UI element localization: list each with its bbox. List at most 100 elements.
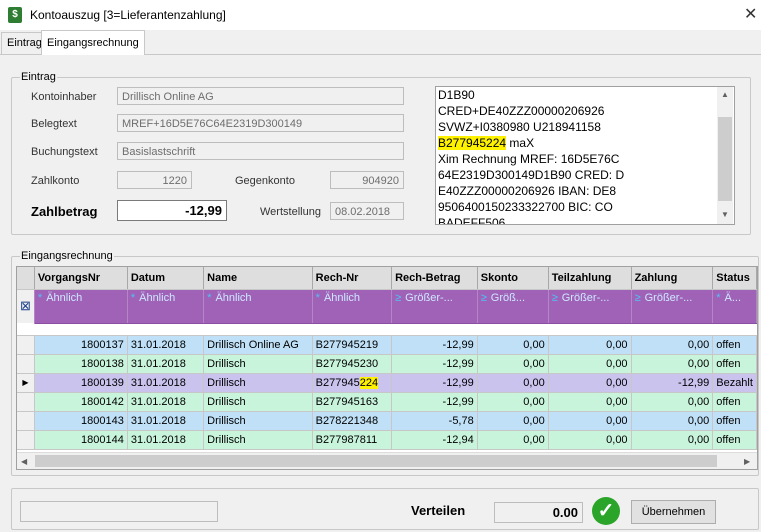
cell-betrag[interactable]: -12,94 — [391, 430, 478, 450]
header-skonto[interactable]: Skonto — [477, 267, 549, 290]
header-teilzahlung[interactable]: Teilzahlung — [548, 267, 632, 290]
cell-name[interactable]: Drillisch — [203, 411, 313, 431]
cell-skonto[interactable]: 0,00 — [477, 430, 549, 450]
cell-teil[interactable]: 0,00 — [548, 430, 632, 450]
cell-betrag[interactable]: -5,78 — [391, 411, 478, 431]
row-indicator[interactable] — [17, 335, 35, 355]
cell-skonto[interactable]: 0,00 — [477, 392, 549, 412]
filter-cell[interactable]: ≥ Größer-... — [631, 289, 714, 307]
cell-datum[interactable]: 31.01.2018 — [127, 392, 205, 412]
cell-datum[interactable]: 31.01.2018 — [127, 373, 205, 393]
cell-zahlung[interactable]: 0,00 — [631, 392, 714, 412]
grid-scroll-thumb[interactable] — [35, 455, 717, 467]
cell-datum[interactable]: 31.01.2018 — [127, 411, 205, 431]
verteilen-field[interactable]: 0.00 — [494, 502, 583, 523]
row-indicator[interactable] — [17, 430, 35, 450]
cell-skonto[interactable]: 0,00 — [477, 411, 549, 431]
header-rech-betrag[interactable]: Rech-Betrag — [391, 267, 478, 290]
row-indicator[interactable]: ▶ — [17, 373, 35, 393]
cell-datum[interactable]: 31.01.2018 — [127, 354, 205, 374]
filter-row-icon[interactable]: ⊠ — [17, 289, 35, 323]
filter-cell[interactable]: ≥ Größer-... — [548, 289, 632, 307]
memo-scroll-thumb[interactable] — [718, 117, 732, 201]
cell-status[interactable]: offen — [712, 430, 757, 450]
cell-betrag[interactable]: -12,99 — [391, 392, 478, 412]
cell-skonto[interactable]: 0,00 — [477, 335, 549, 355]
cell-rech[interactable]: B278221348 — [312, 411, 393, 431]
wertstellung-field[interactable]: 08.02.2018 — [330, 202, 404, 220]
kontoinhaber-field[interactable]: Drillisch Online AG — [117, 87, 404, 105]
cell-name[interactable]: Drillisch — [203, 392, 313, 412]
tab-eingangsrechnung[interactable]: Eingangsrechnung — [41, 30, 145, 55]
filter-cell[interactable]: * Ä... — [712, 289, 757, 307]
filter-cell[interactable]: * Ähnlich — [203, 289, 313, 307]
header-status[interactable]: Status — [712, 267, 757, 290]
filter-cell[interactable]: * Ähnlich — [127, 289, 205, 307]
cell-status[interactable]: offen — [712, 335, 757, 355]
cell-name[interactable]: Drillisch — [203, 430, 313, 450]
cell-teil[interactable]: 0,00 — [548, 392, 632, 412]
zahlbetrag-field[interactable]: -12,99 — [117, 200, 227, 221]
close-icon[interactable]: ✕ — [744, 4, 757, 24]
cell-zahlung[interactable]: 0,00 — [631, 354, 714, 374]
table-row[interactable]: 1800143 31.01.2018 Drillisch B278221348 -5,7… — [17, 411, 757, 431]
scroll-right-icon[interactable]: ▶ — [744, 457, 750, 466]
table-row[interactable]: 1800138 31.01.2018 Drillisch B277945230 -12,… — [17, 354, 757, 374]
invoice-grid[interactable]: VorgangsNr Datum Name Rech-Nr Rech-Betra… — [16, 266, 758, 470]
uebernehmen-button[interactable]: Übernehmen — [631, 500, 716, 524]
cell-status[interactable]: offen — [712, 392, 757, 412]
cell-name[interactable]: Drillisch Online AG — [203, 335, 313, 355]
cell-rech[interactable]: B277945219 — [312, 335, 393, 355]
row-indicator[interactable] — [17, 392, 35, 412]
cell-zahlung[interactable]: 0,00 — [631, 430, 714, 450]
cell-betrag[interactable]: -12,99 — [391, 373, 478, 393]
scroll-up-icon[interactable]: ▲ — [721, 90, 729, 99]
cell-rech[interactable]: B277945163 — [312, 392, 393, 412]
cell-vorgang[interactable]: 1800142 — [34, 392, 128, 412]
cell-rech[interactable]: B277945230 — [312, 354, 393, 374]
header-zahlung[interactable]: Zahlung — [631, 267, 714, 290]
cell-vorgang[interactable]: 1800137 — [34, 335, 128, 355]
zahlkonto-field[interactable]: 1220 — [117, 171, 192, 189]
header-datum[interactable]: Datum — [127, 267, 205, 290]
table-row[interactable]: 1800144 31.01.2018 Drillisch B277987811 -12,… — [17, 430, 757, 450]
header-name[interactable]: Name — [203, 267, 313, 290]
memo-scrollbar[interactable]: ▲ ▼ — [717, 87, 733, 224]
cell-teil[interactable]: 0,00 — [548, 354, 632, 374]
scroll-left-icon[interactable]: ◀ — [21, 457, 27, 466]
cell-status[interactable]: offen — [712, 411, 757, 431]
cell-zahlung[interactable]: 0,00 — [631, 335, 714, 355]
row-indicator[interactable] — [17, 354, 35, 374]
row-indicator[interactable] — [17, 411, 35, 431]
buchungstext-field[interactable]: Basislastschrift — [117, 142, 404, 160]
check-icon[interactable]: ✓ — [592, 497, 620, 525]
gegenkonto-field[interactable]: 904920 — [330, 171, 404, 189]
grid-horizontal-scrollbar[interactable]: ◀ ▶ — [17, 452, 757, 469]
table-row[interactable]: ▶ 1800139 31.01.2018 Drillisch B277945224 -12… — [17, 373, 757, 393]
cell-rech[interactable]: B277987811 — [312, 430, 393, 450]
filter-cell[interactable]: * Ähnlich — [312, 289, 393, 307]
cell-name[interactable]: Drillisch — [203, 373, 313, 393]
cell-betrag[interactable]: -12,99 — [391, 335, 478, 355]
cell-vorgang[interactable]: 1800143 — [34, 411, 128, 431]
cell-datum[interactable]: 31.01.2018 — [127, 430, 205, 450]
header-vorgangsnr[interactable]: VorgangsNr — [34, 267, 128, 290]
cell-zahlung[interactable]: 0,00 — [631, 411, 714, 431]
filter-cell[interactable]: * Ähnlich — [34, 289, 128, 307]
scroll-down-icon[interactable]: ▼ — [721, 210, 729, 219]
cell-teil[interactable]: 0,00 — [548, 335, 632, 355]
cell-vorgang[interactable]: 1800144 — [34, 430, 128, 450]
cell-rech[interactable]: B277945224 — [312, 373, 393, 393]
filter-cell[interactable]: ≥ Größer-... — [391, 289, 478, 307]
cell-skonto[interactable]: 0,00 — [477, 373, 549, 393]
cell-status[interactable]: offen — [712, 354, 757, 374]
cell-vorgang[interactable]: 1800139 — [34, 373, 128, 393]
cell-name[interactable]: Drillisch — [203, 354, 313, 374]
filter-cell[interactable]: ≥ Größ... — [477, 289, 549, 307]
memo-textbox[interactable]: D1B90 CRED+DE40ZZZ00000206926 SVWZ+I0380… — [435, 86, 735, 225]
cell-teil[interactable]: 0,00 — [548, 411, 632, 431]
cell-teil[interactable]: 0,00 — [548, 373, 632, 393]
cell-status[interactable]: Bezahlt — [712, 373, 757, 393]
cell-betrag[interactable]: -12,99 — [391, 354, 478, 374]
cell-skonto[interactable]: 0,00 — [477, 354, 549, 374]
